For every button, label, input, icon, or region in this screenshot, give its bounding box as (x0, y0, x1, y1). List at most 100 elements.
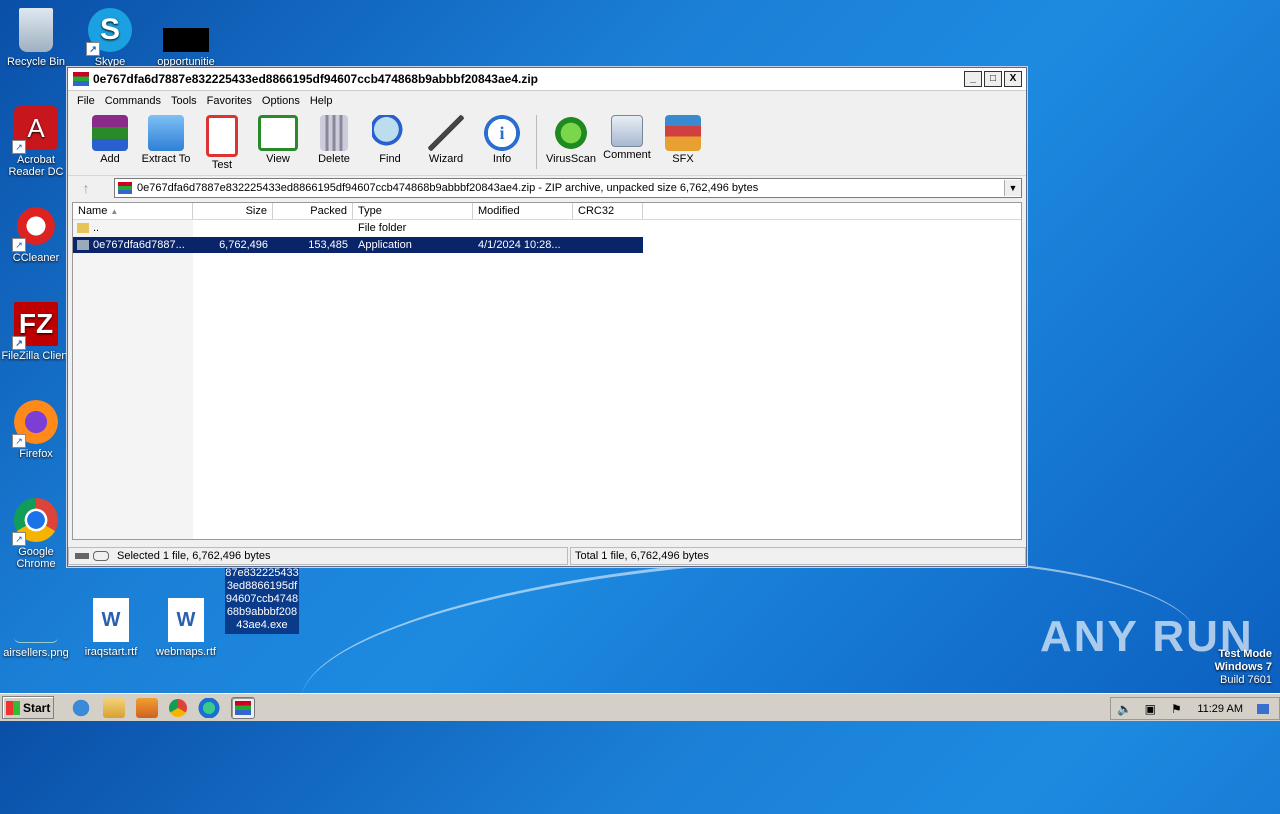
add-button[interactable]: Add (82, 111, 138, 165)
window-title: 0e767dfa6d7887e832225433ed8866195df94607… (93, 72, 538, 86)
desktop-icon-iraqstart[interactable]: W iraqstart.rtf (75, 598, 147, 658)
watermark-line: Build 7601 (1220, 674, 1272, 686)
menu-tools[interactable]: Tools (166, 95, 202, 107)
application-file-icon (77, 240, 89, 251)
media-player-icon[interactable] (136, 697, 158, 718)
row-name-cell: 0e767dfa6d7887... (73, 237, 193, 253)
acrobat-icon: A ↗ (12, 106, 58, 154)
toolbar-separator (536, 115, 537, 169)
selected-file-line: 94607ccb4748 (225, 593, 299, 605)
title-bar[interactable]: 0e767dfa6d7887e832225433ed8866195df94607… (68, 68, 1026, 91)
clock[interactable]: 11:29 AM (1197, 703, 1243, 715)
speaker-icon[interactable]: 🔈 (1117, 702, 1132, 716)
desktop-icon-label: Firefox (19, 448, 53, 460)
redacted-file-icon (163, 28, 209, 52)
internet-explorer-icon[interactable] (70, 697, 92, 718)
desktop-icon-label: Google Chrome (16, 546, 56, 570)
file-list[interactable]: Name ▲ Size Packed Type Modified CRC32 .… (72, 202, 1022, 540)
extract-to-button[interactable]: Extract To (138, 111, 194, 165)
up-arrow-icon[interactable]: ↑ (72, 180, 100, 196)
archive-icon (118, 182, 132, 194)
menu-commands[interactable]: Commands (100, 95, 166, 107)
winrar-icon (235, 700, 251, 715)
tool-label: Test (211, 159, 233, 171)
edge-icon[interactable] (198, 697, 220, 718)
menu-help[interactable]: Help (305, 95, 338, 107)
tool-label: View (266, 153, 290, 165)
firefox-icon: ↗ (12, 400, 58, 448)
delete-button[interactable]: Delete (306, 111, 362, 165)
tool-label: SFX (672, 153, 694, 165)
desktop-icon-firefox[interactable]: ↗ Firefox (0, 400, 72, 460)
chrome-icon: ↗ (12, 498, 58, 546)
image-file-icon (14, 598, 58, 643)
info-button[interactable]: i Info (474, 111, 530, 165)
desktop-icon-airsellers[interactable]: airsellers.png (0, 598, 72, 659)
test-button[interactable]: Test (194, 111, 250, 171)
winrar-app-icon (73, 72, 89, 86)
row-name: 0e767dfa6d7887... (93, 239, 185, 251)
trash-icon (320, 115, 348, 151)
menu-favorites[interactable]: Favorites (202, 95, 257, 107)
extract-folder-icon (148, 115, 184, 151)
show-desktop-icon[interactable] (1257, 703, 1269, 714)
table-row-parent-folder[interactable]: .. File folder (73, 220, 643, 236)
virusscan-button[interactable]: VirusScan (543, 111, 599, 165)
wallpaper-swoosh (293, 528, 1207, 814)
desktop-icon-skype[interactable]: S ↗ Skype (74, 8, 146, 68)
sfx-icon (665, 115, 701, 151)
add-icon (92, 115, 128, 151)
winrar-taskbar-button[interactable] (231, 696, 255, 719)
desktop-icon-chrome[interactable]: ↗ Google Chrome (0, 498, 72, 570)
maximize-button[interactable]: □ (984, 71, 1002, 87)
desktop-icon-ccleaner[interactable]: ↗ CCleaner (0, 204, 72, 264)
explorer-folder-icon[interactable] (103, 697, 125, 718)
sfx-button[interactable]: SFX (655, 111, 711, 165)
desktop-selected-file-label[interactable]: 87e832225433 3ed8866195df 94607ccb4748 6… (225, 565, 299, 634)
column-modified[interactable]: Modified (473, 203, 573, 219)
wand-icon (428, 115, 464, 151)
comment-button[interactable]: Comment (599, 111, 655, 161)
wizard-button[interactable]: Wizard (418, 111, 474, 165)
minimize-button[interactable]: _ (964, 71, 982, 87)
desktop-icon-recycle-bin[interactable]: Recycle Bin (0, 8, 72, 68)
tool-label: Extract To (141, 153, 191, 165)
status-total-text: Total 1 file, 6,762,496 bytes (570, 547, 1026, 565)
chrome-taskbar-icon[interactable] (169, 698, 187, 717)
status-selected-text: Selected 1 file, 6,762,496 bytes (117, 550, 271, 562)
column-packed[interactable]: Packed (273, 203, 353, 219)
tool-label: Wizard (428, 153, 464, 165)
find-button[interactable]: Find (362, 111, 418, 165)
row-type: File folder (358, 222, 407, 234)
start-button[interactable]: Start (2, 696, 54, 719)
desktop-icon-webmaps[interactable]: W webmaps.rtf (150, 598, 222, 658)
column-crc32[interactable]: CRC32 (573, 203, 643, 219)
info-icon: i (484, 115, 520, 151)
tool-label: Comment (603, 149, 651, 161)
row-modified: 4/1/2024 10:28... (478, 239, 561, 251)
table-row-selected-file[interactable]: 0e767dfa6d7887... 6,762,496 153,485 Appl… (73, 237, 643, 253)
chevron-down-icon[interactable]: ▼ (1004, 180, 1021, 196)
view-book-icon (258, 115, 298, 151)
desktop-icon-opportunitie[interactable]: opportunitie (150, 8, 222, 68)
test-mode-watermark: Test Mode Windows 7 Build 7601 (1215, 648, 1272, 687)
network-icon[interactable]: ▣ (1143, 702, 1157, 716)
menu-file[interactable]: File (72, 95, 100, 107)
column-size[interactable]: Size (193, 203, 273, 219)
column-type[interactable]: Type (353, 203, 473, 219)
close-button[interactable]: X (1004, 71, 1022, 87)
view-button[interactable]: View (250, 111, 306, 165)
ccleaner-icon: ↗ (12, 204, 58, 252)
filezilla-icon: FZ ↗ (12, 302, 58, 350)
row-size (193, 220, 273, 236)
desktop-icon-label: Recycle Bin (6, 56, 66, 68)
test-clipboard-icon (206, 115, 238, 157)
desktop-icon-acrobat[interactable]: A ↗ Acrobat Reader DC (0, 106, 72, 178)
desktop-icon-label: Acrobat Reader DC (8, 154, 64, 178)
action-center-flag-icon[interactable]: ⚑ (1169, 702, 1183, 716)
name-column-background (73, 220, 193, 539)
desktop-icon-filezilla[interactable]: FZ ↗ FileZilla Client (0, 302, 72, 362)
menu-options[interactable]: Options (257, 95, 305, 107)
column-name[interactable]: Name ▲ (73, 203, 193, 219)
address-field[interactable]: 0e767dfa6d7887e832225433ed8866195df94607… (114, 178, 1022, 198)
